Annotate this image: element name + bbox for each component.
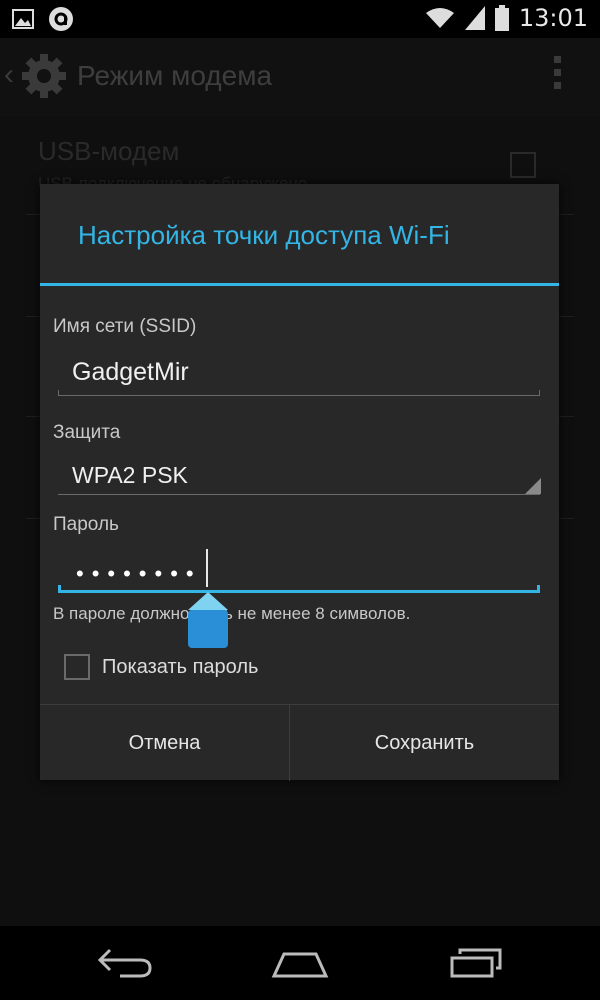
page-title: Режим модема bbox=[77, 60, 273, 91]
password-hint: В пароле должно быть не менее 8 символов… bbox=[53, 604, 411, 623]
back-icon[interactable] bbox=[96, 944, 154, 980]
wifi-hotspot-dialog: Настройка точки доступа Wi-Fi Имя сети (… bbox=[40, 184, 559, 781]
usb-tethering-title: USB-модем bbox=[38, 136, 180, 166]
action-bar: ‹ Режим модема bbox=[0, 38, 600, 116]
overflow-menu-icon[interactable] bbox=[554, 56, 562, 95]
security-underline bbox=[58, 494, 540, 495]
status-bar: 13:01 bbox=[0, 0, 600, 38]
security-spinner[interactable]: WPA2 PSK bbox=[72, 462, 188, 489]
title-divider bbox=[40, 283, 559, 286]
dialog-buttons: Отмена Сохранить bbox=[40, 704, 559, 781]
settings-gear-icon bbox=[22, 54, 66, 98]
navigation-bar bbox=[0, 926, 600, 1000]
password-input[interactable]: •••••••• bbox=[76, 561, 202, 587]
usb-tethering-checkbox bbox=[510, 152, 536, 178]
gallery-icon bbox=[12, 9, 34, 29]
back-caret-icon[interactable]: ‹ bbox=[4, 58, 14, 92]
dialog-title: Настройка точки доступа Wi-Fi bbox=[78, 220, 450, 250]
security-label: Защита bbox=[53, 422, 121, 443]
ssid-underline bbox=[58, 390, 540, 396]
show-password-checkbox[interactable] bbox=[64, 654, 90, 680]
ssid-input[interactable]: GadgetMir bbox=[72, 358, 189, 387]
ssid-label: Имя сети (SSID) bbox=[53, 316, 197, 337]
cancel-button[interactable]: Отмена bbox=[40, 705, 290, 781]
recent-apps-icon[interactable] bbox=[448, 944, 504, 980]
signal-icon bbox=[464, 6, 485, 30]
cursor-handle-icon[interactable] bbox=[188, 592, 228, 648]
save-button[interactable]: Сохранить bbox=[290, 705, 559, 781]
password-underline bbox=[58, 585, 540, 593]
show-password-label[interactable]: Показать пароль bbox=[102, 656, 258, 679]
home-icon[interactable] bbox=[270, 944, 330, 980]
spinner-arrow-icon[interactable] bbox=[525, 478, 541, 494]
password-label: Пароль bbox=[53, 514, 119, 535]
wifi-icon bbox=[425, 8, 454, 28]
clock: 13:01 bbox=[518, 4, 588, 32]
battery-icon bbox=[494, 5, 509, 31]
app-notification-icon bbox=[49, 7, 73, 31]
text-cursor bbox=[206, 549, 208, 587]
